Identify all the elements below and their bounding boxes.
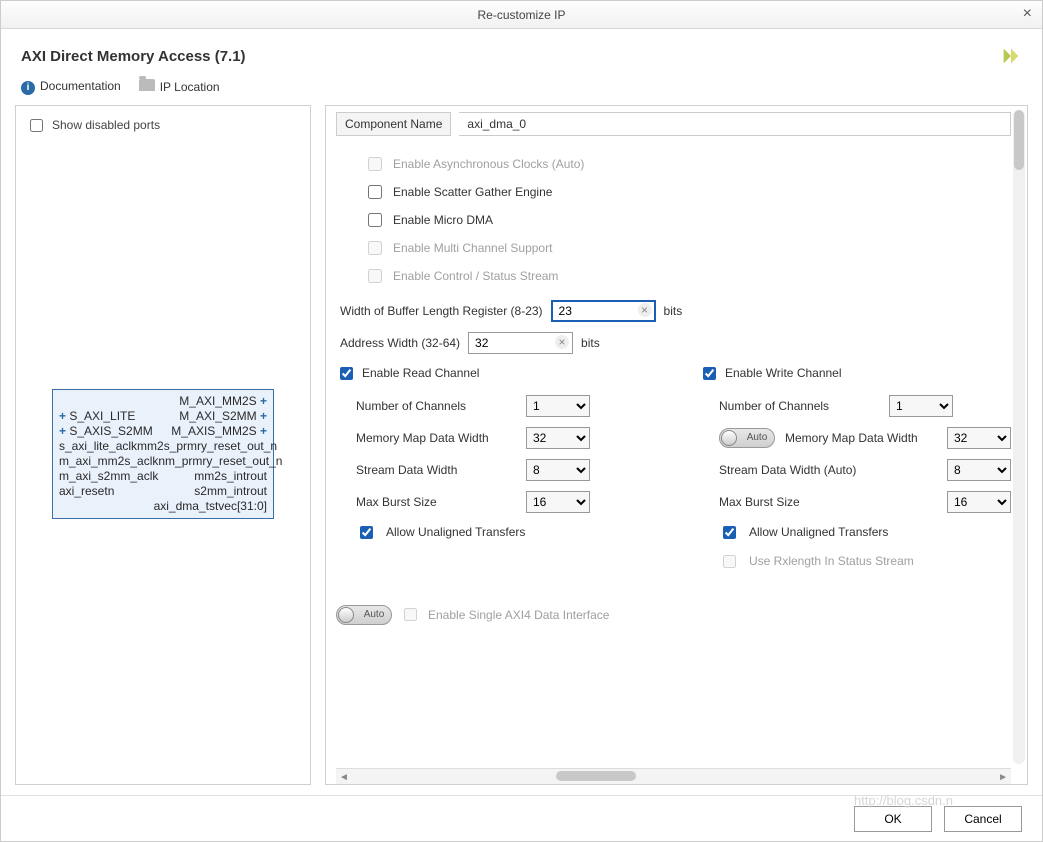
block-port-row: + S_AXI_LITEM_AXI_S2MM + bbox=[59, 409, 267, 424]
write-mm-width-row: Auto Memory Map Data Width 32 bbox=[719, 427, 1011, 449]
horizontal-scroll-thumb[interactable] bbox=[556, 771, 636, 781]
scatter-gather-checkbox[interactable] bbox=[368, 185, 382, 199]
folder-icon bbox=[139, 79, 155, 91]
write-num-channels-select[interactable]: 1 bbox=[889, 395, 953, 417]
dialog-title: Re-customize IP bbox=[477, 8, 565, 22]
enable-write-channel-checkbox[interactable] bbox=[703, 367, 716, 380]
write-channel-group: Enable Write Channel Number of Channels … bbox=[699, 364, 1011, 581]
read-burst-select[interactable]: 16 bbox=[526, 491, 590, 513]
async-clocks-checkbox bbox=[368, 157, 382, 171]
close-icon[interactable]: × bbox=[1023, 5, 1032, 23]
show-disabled-ports[interactable]: Show disabled ports bbox=[26, 116, 300, 135]
read-burst-row: Max Burst Size 16 bbox=[356, 491, 609, 513]
write-rxlength-row: Use Rxlength In Status Stream bbox=[719, 552, 1011, 571]
read-mm-width-select[interactable]: 32 bbox=[526, 427, 590, 449]
write-stream-width-row: Stream Data Width (Auto) 8 bbox=[719, 459, 1011, 481]
read-mm-width-row: Memory Map Data Width 32 bbox=[356, 427, 609, 449]
documentation-link[interactable]: iDocumentation bbox=[21, 79, 121, 95]
vertical-scrollbar[interactable] bbox=[1013, 110, 1025, 765]
write-channel-title-row[interactable]: Enable Write Channel bbox=[699, 364, 1011, 383]
component-name-row: Component Name axi_dma_0 bbox=[336, 112, 1011, 136]
single-axi4-checkbox bbox=[404, 608, 417, 621]
auto-toggle-bottom[interactable]: Auto bbox=[336, 605, 392, 625]
ip-title: AXI Direct Memory Access (7.1) bbox=[21, 48, 246, 65]
read-channel-title-row[interactable]: Enable Read Channel bbox=[336, 364, 609, 383]
block-diagram-area: M_AXI_MM2S ++ S_AXI_LITEM_AXI_S2MM ++ S_… bbox=[26, 135, 300, 775]
titlebar: Re-customize IP × bbox=[1, 1, 1042, 29]
bits-label: bits bbox=[581, 336, 600, 350]
block-port-row: + S_AXIS_S2MMM_AXIS_MM2S + bbox=[59, 424, 267, 439]
micro-dma-checkbox[interactable] bbox=[368, 213, 382, 227]
ctrl-status-row: Enable Control / Status Stream bbox=[364, 266, 1011, 286]
auto-toggle[interactable]: Auto bbox=[719, 428, 775, 448]
component-name-label: Component Name bbox=[336, 112, 451, 136]
read-unaligned-checkbox[interactable] bbox=[360, 526, 373, 539]
info-icon: i bbox=[21, 81, 35, 95]
write-mm-width-select[interactable]: 32 bbox=[947, 427, 1011, 449]
block-port-row: axi_resetns2mm_introut bbox=[59, 484, 267, 499]
write-unaligned-checkbox[interactable] bbox=[723, 526, 736, 539]
cancel-button[interactable]: Cancel bbox=[944, 806, 1022, 832]
bits-label: bits bbox=[664, 304, 683, 318]
scatter-gather-row[interactable]: Enable Scatter Gather Engine bbox=[364, 182, 1011, 202]
scroll-left-icon[interactable]: ◄ bbox=[339, 772, 349, 783]
channels-groups: Enable Read Channel Number of Channels 1… bbox=[336, 364, 1011, 581]
ok-button[interactable]: OK bbox=[854, 806, 932, 832]
address-width-row: Address Width (32-64) × bits bbox=[340, 332, 1011, 354]
vivado-logo-icon bbox=[1000, 45, 1022, 67]
buffer-length-label: Width of Buffer Length Register (8-23) bbox=[340, 304, 543, 318]
read-num-channels-row: Number of Channels 1 bbox=[356, 395, 609, 417]
write-unaligned-row[interactable]: Allow Unaligned Transfers bbox=[719, 523, 1011, 542]
right-scroll-area: Component Name axi_dma_0 Enable Asynchro… bbox=[326, 106, 1027, 769]
micro-dma-row[interactable]: Enable Micro DMA bbox=[364, 210, 1011, 230]
header: AXI Direct Memory Access (7.1) bbox=[1, 29, 1042, 77]
read-unaligned-row[interactable]: Allow Unaligned Transfers bbox=[356, 523, 609, 542]
write-burst-select[interactable]: 16 bbox=[947, 491, 1011, 513]
horizontal-scrollbar[interactable]: ◄ ► bbox=[336, 768, 1011, 784]
address-width-label: Address Width (32-64) bbox=[340, 336, 460, 350]
block-port-row: s_axi_lite_aclkmm2s_prmry_reset_out_n bbox=[59, 439, 267, 454]
multi-channel-checkbox bbox=[368, 241, 382, 255]
show-disabled-ports-checkbox[interactable] bbox=[30, 119, 43, 132]
async-clocks-row: Enable Asynchronous Clocks (Auto) bbox=[364, 154, 1011, 174]
left-panel: Show disabled ports M_AXI_MM2S ++ S_AXI_… bbox=[15, 105, 311, 786]
footer: http://blog.csdn.n OK Cancel bbox=[1, 795, 1042, 841]
multi-channel-row: Enable Multi Channel Support bbox=[364, 238, 1011, 258]
write-stream-width-select[interactable]: 8 bbox=[947, 459, 1011, 481]
clear-icon[interactable]: × bbox=[555, 335, 569, 349]
toolbar: iDocumentation IP Location bbox=[1, 77, 1042, 105]
rxlength-checkbox bbox=[723, 555, 736, 568]
read-channel-group: Enable Read Channel Number of Channels 1… bbox=[336, 364, 609, 581]
scroll-right-icon[interactable]: ► bbox=[998, 772, 1008, 783]
ctrl-status-checkbox bbox=[368, 269, 382, 283]
ip-block-symbol: M_AXI_MM2S ++ S_AXI_LITEM_AXI_S2MM ++ S_… bbox=[52, 389, 274, 519]
enable-read-channel-checkbox[interactable] bbox=[340, 367, 353, 380]
dialog: Re-customize IP × AXI Direct Memory Acce… bbox=[0, 0, 1043, 842]
read-stream-width-row: Stream Data Width 8 bbox=[356, 459, 609, 481]
component-name-value[interactable]: axi_dma_0 bbox=[459, 112, 1011, 136]
right-panel: Component Name axi_dma_0 Enable Asynchro… bbox=[325, 105, 1028, 786]
write-burst-row: Max Burst Size 16 bbox=[719, 491, 1011, 513]
vertical-scroll-thumb[interactable] bbox=[1014, 110, 1024, 170]
toggle-knob-icon bbox=[338, 607, 354, 623]
ip-location-link[interactable]: IP Location bbox=[139, 79, 220, 94]
buffer-length-row: Width of Buffer Length Register (8-23) ×… bbox=[340, 300, 1011, 322]
content: Show disabled ports M_AXI_MM2S ++ S_AXI_… bbox=[1, 105, 1042, 796]
toggle-knob-icon bbox=[721, 430, 737, 446]
read-num-channels-select[interactable]: 1 bbox=[526, 395, 590, 417]
block-port-row: axi_dma_tstvec[31:0] bbox=[59, 499, 267, 514]
options-section: Enable Asynchronous Clocks (Auto) Enable… bbox=[364, 154, 1011, 286]
block-port-row: m_axi_s2mm_aclkmm2s_introut bbox=[59, 469, 267, 484]
read-stream-width-select[interactable]: 8 bbox=[526, 459, 590, 481]
clear-icon[interactable]: × bbox=[638, 303, 652, 317]
single-axi4-row: Auto Enable Single AXI4 Data Interface bbox=[336, 605, 1011, 625]
block-port-row: M_AXI_MM2S + bbox=[59, 394, 267, 409]
block-port-row: m_axi_mm2s_aclknm_prmry_reset_out_n bbox=[59, 454, 267, 469]
write-num-channels-row: Number of Channels 1 bbox=[719, 395, 1011, 417]
